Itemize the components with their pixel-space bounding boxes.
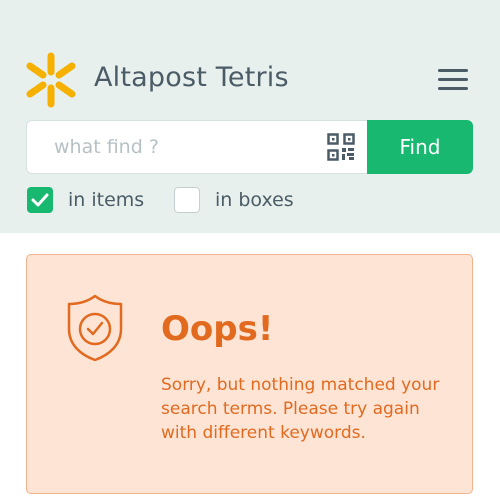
filter-in-items[interactable]: in items bbox=[27, 187, 144, 213]
filter-in-boxes[interactable]: in boxes bbox=[174, 187, 294, 213]
hamburger-menu-icon[interactable] bbox=[436, 66, 470, 94]
search-input[interactable] bbox=[27, 121, 317, 173]
shield-check-icon bbox=[65, 293, 125, 363]
qr-code-icon[interactable] bbox=[327, 133, 355, 161]
checkbox-unchecked[interactable] bbox=[174, 187, 200, 213]
error-title: Oops! bbox=[161, 309, 274, 349]
filter-label-in-items: in items bbox=[68, 189, 145, 211]
no-results-card: Oops! Sorry, but nothing matched your se… bbox=[26, 254, 473, 494]
search-bar: Find bbox=[26, 120, 473, 174]
app-header: Altapost Tetris what find ? Find in item… bbox=[0, 0, 500, 233]
filter-label-in-boxes: in boxes bbox=[215, 189, 294, 211]
search-box bbox=[26, 120, 367, 174]
checkbox-checked[interactable] bbox=[27, 187, 53, 213]
find-button[interactable]: Find bbox=[367, 120, 473, 174]
checkmark-icon bbox=[31, 193, 49, 207]
error-message: Sorry, but nothing matched your search t… bbox=[161, 375, 440, 443]
app-title: Altapost Tetris bbox=[94, 62, 289, 93]
asterisk-logo-icon bbox=[26, 52, 76, 108]
